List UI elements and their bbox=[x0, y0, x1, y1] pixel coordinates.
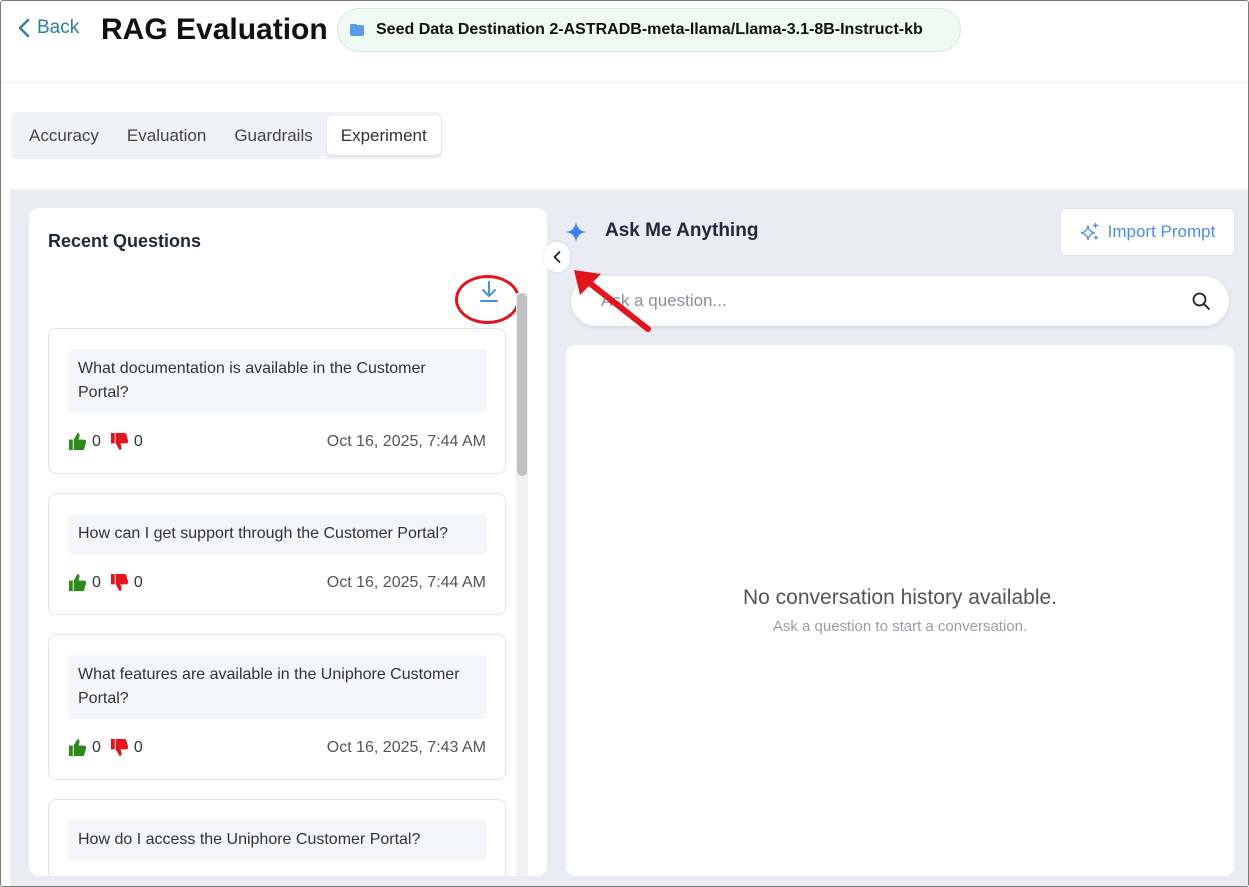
recent-questions-panel: Recent Questions What documentation is a… bbox=[29, 208, 547, 876]
question-meta: 0 0 Oct 16, 2025, 7:44 AM bbox=[68, 432, 486, 451]
download-icon[interactable] bbox=[478, 280, 500, 304]
question-text: What features are available in the Uniph… bbox=[68, 655, 487, 719]
knowledge-base-name: Seed Data Destination 2-ASTRADB-meta-lla… bbox=[376, 21, 923, 38]
dislike-count: 0 bbox=[133, 738, 143, 756]
sparkles-icon bbox=[1080, 222, 1098, 241]
recent-questions-title: Recent Questions bbox=[48, 231, 202, 251]
thumbs-up-icon[interactable] bbox=[68, 738, 87, 757]
tab-evaluation[interactable]: Evaluation bbox=[113, 116, 220, 155]
main-content: Recent Questions What documentation is a… bbox=[10, 189, 1248, 886]
empty-state-subtitle: Ask a question to start a conversation. bbox=[772, 618, 1028, 635]
empty-state-title: No conversation history available. bbox=[743, 586, 1057, 609]
app-window: Back RAG Evaluation Seed Data Destinatio… bbox=[0, 0, 1249, 887]
question-meta: 0 0 Oct 16, 2025, 7:43 AM bbox=[68, 738, 486, 757]
tab-guardrails[interactable]: Guardrails bbox=[220, 116, 326, 155]
search-icon[interactable] bbox=[1191, 291, 1211, 311]
question-input[interactable] bbox=[601, 288, 1161, 314]
question-meta: 0 0 Oct 16, 2025, 7:44 AM bbox=[68, 573, 486, 592]
scrollbar-thumb[interactable] bbox=[517, 293, 527, 476]
chevron-left-icon bbox=[18, 18, 30, 38]
question-date: Oct 16, 2025, 7:44 AM bbox=[326, 432, 486, 450]
thumbs-up-icon[interactable] bbox=[68, 432, 87, 451]
ask-title: Ask Me Anything bbox=[605, 220, 759, 241]
dislike-count: 0 bbox=[133, 432, 143, 450]
question-card[interactable]: What documentation is available in the C… bbox=[48, 328, 506, 474]
thumbs-down-icon[interactable] bbox=[110, 738, 129, 757]
conversation-area: No conversation history available. Ask a… bbox=[566, 345, 1234, 876]
database-icon bbox=[350, 24, 364, 36]
page-header: Back RAG Evaluation Seed Data Destinatio… bbox=[1, 1, 1248, 83]
tab-experiment[interactable]: Experiment bbox=[326, 116, 441, 155]
chevron-left-icon bbox=[553, 251, 561, 263]
tab-accuracy[interactable]: Accuracy bbox=[15, 116, 113, 155]
question-search-box bbox=[571, 276, 1229, 326]
question-text: What documentation is available in the C… bbox=[68, 349, 487, 413]
collapse-panel-button[interactable] bbox=[544, 242, 570, 272]
like-count: 0 bbox=[92, 738, 101, 756]
sparkle-icon bbox=[566, 222, 586, 242]
thumbs-down-icon[interactable] bbox=[110, 573, 129, 592]
thumbs-up-icon[interactable] bbox=[68, 573, 87, 592]
back-button[interactable]: Back bbox=[17, 17, 79, 39]
like-count: 0 bbox=[92, 432, 101, 450]
import-prompt-label: Import Prompt bbox=[1107, 222, 1216, 241]
dislike-count: 0 bbox=[133, 573, 143, 591]
question-text: How do I access the Uniphore Customer Po… bbox=[68, 820, 487, 860]
question-date: Oct 16, 2025, 7:44 AM bbox=[326, 573, 486, 591]
question-card[interactable]: How do I access the Uniphore Customer Po… bbox=[48, 799, 506, 876]
question-date: Oct 16, 2025, 7:43 AM bbox=[326, 738, 486, 756]
back-label: Back bbox=[37, 17, 80, 38]
knowledge-base-badge: Seed Data Destination 2-ASTRADB-meta-lla… bbox=[337, 8, 961, 52]
thumbs-down-icon[interactable] bbox=[110, 432, 129, 451]
like-count: 0 bbox=[92, 573, 101, 591]
question-card[interactable]: How can I get support through the Custom… bbox=[48, 493, 506, 615]
tab-bar: Accuracy Evaluation Guardrails Experimen… bbox=[11, 112, 442, 159]
page-title: RAG Evaluation bbox=[101, 13, 328, 46]
import-prompt-button[interactable]: Import Prompt bbox=[1060, 208, 1235, 256]
question-text: How can I get support through the Custom… bbox=[68, 514, 487, 554]
question-card[interactable]: What features are available in the Uniph… bbox=[48, 634, 506, 780]
